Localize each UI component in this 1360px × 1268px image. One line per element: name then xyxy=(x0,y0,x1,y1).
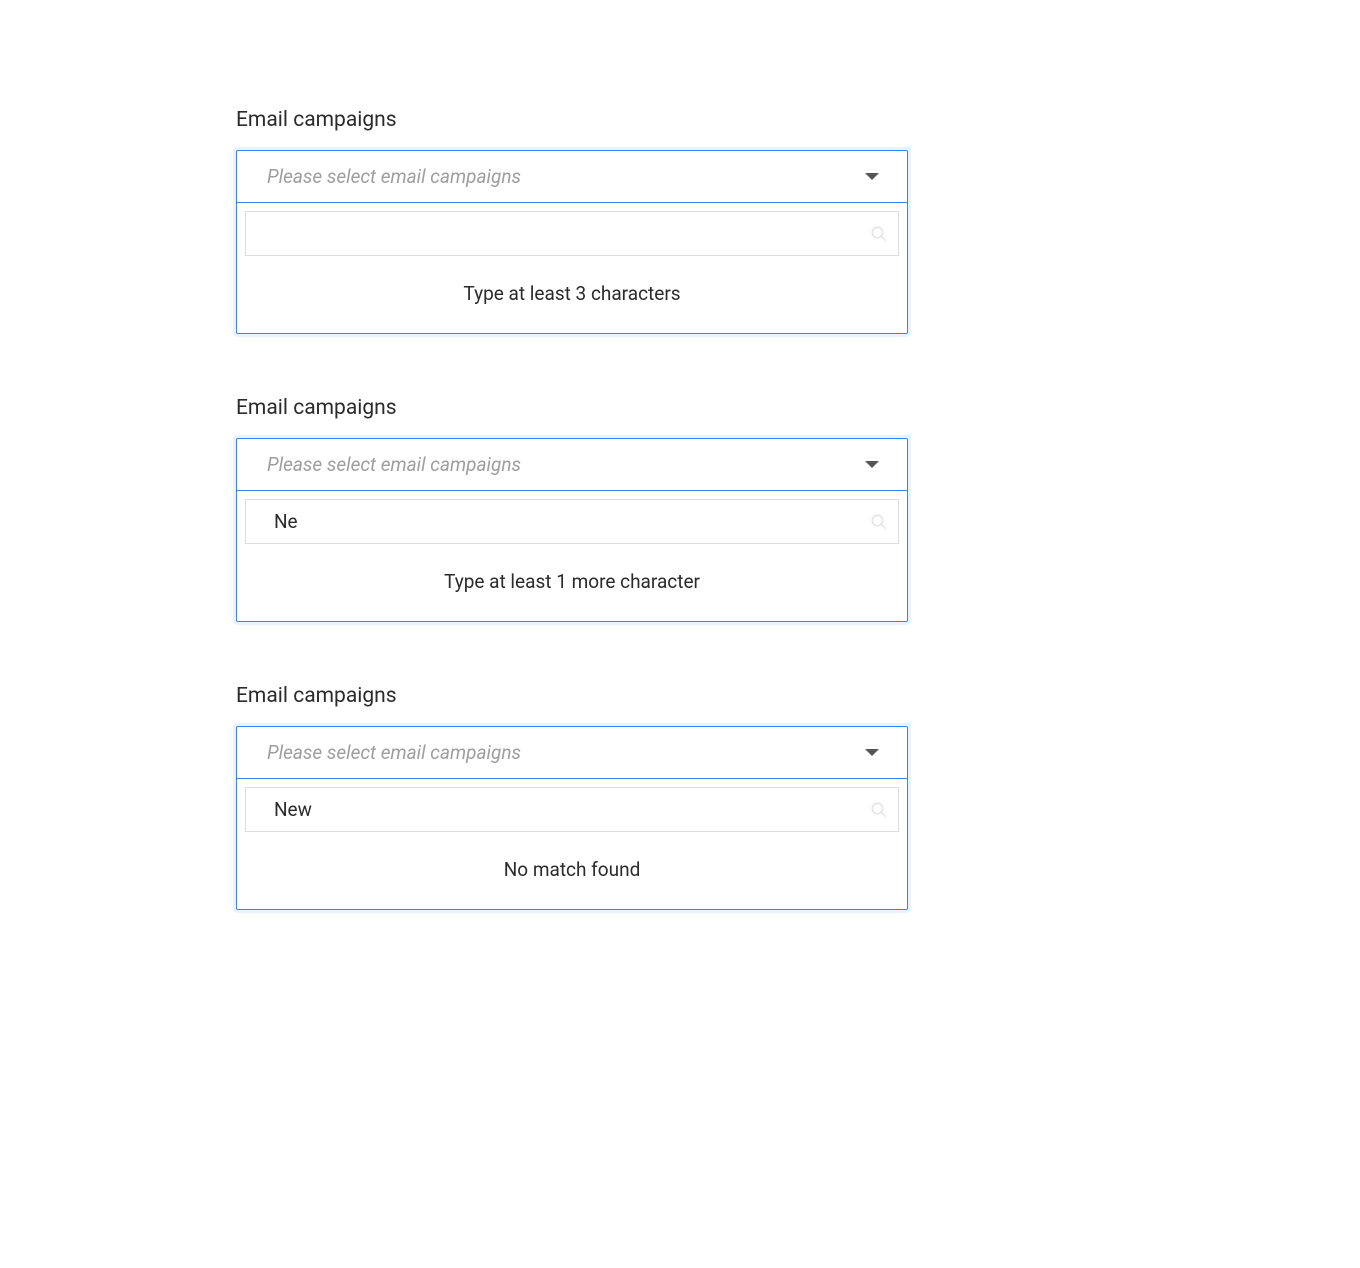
select-box: Please select email campaigns Type at le… xyxy=(236,438,908,622)
select-box: Please select email campaigns Type at le… xyxy=(236,150,908,334)
caret-down-icon xyxy=(865,173,879,180)
select-box: Please select email campaigns No match f… xyxy=(236,726,908,910)
dropdown-panel: Type at least 1 more character xyxy=(237,490,907,621)
search-input[interactable] xyxy=(246,500,898,543)
select-header[interactable]: Please select email campaigns xyxy=(237,439,907,490)
select-header[interactable]: Please select email campaigns xyxy=(237,151,907,202)
caret-down-icon xyxy=(865,749,879,756)
hint-text: Type at least 1 more character xyxy=(245,544,899,613)
field-label: Email campaigns xyxy=(236,396,908,420)
search-input[interactable] xyxy=(246,788,898,831)
select-placeholder: Please select email campaigns xyxy=(267,165,521,188)
email-campaigns-field: Email campaigns Please select email camp… xyxy=(236,396,908,622)
search-input-wrap xyxy=(245,787,899,832)
search-input-wrap xyxy=(245,211,899,256)
dropdown-panel: No match found xyxy=(237,778,907,909)
dropdown-panel: Type at least 3 characters xyxy=(237,202,907,333)
field-label: Email campaigns xyxy=(236,684,908,708)
hint-text: No match found xyxy=(245,832,899,901)
select-placeholder: Please select email campaigns xyxy=(267,741,521,764)
email-campaigns-field: Email campaigns Please select email camp… xyxy=(236,684,908,910)
email-campaigns-field: Email campaigns Please select email camp… xyxy=(236,108,908,334)
caret-down-icon xyxy=(865,461,879,468)
select-placeholder: Please select email campaigns xyxy=(267,453,521,476)
hint-text: Type at least 3 characters xyxy=(245,256,899,325)
search-input[interactable] xyxy=(246,212,898,255)
select-header[interactable]: Please select email campaigns xyxy=(237,727,907,778)
search-input-wrap xyxy=(245,499,899,544)
field-label: Email campaigns xyxy=(236,108,908,132)
